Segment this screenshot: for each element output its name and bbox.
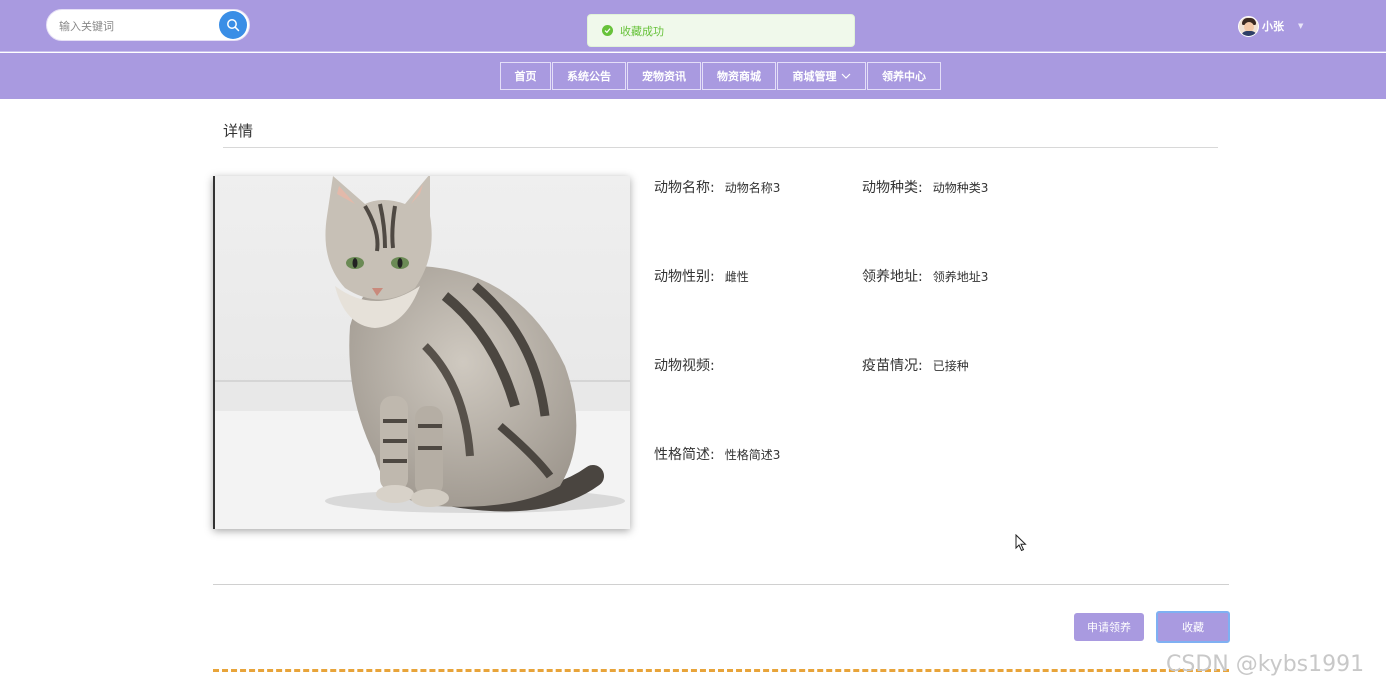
user-name: 小张 [1262,20,1284,33]
nav-item-pet-news[interactable]: 宠物资讯 [627,62,701,90]
field-label: 动物性别: [654,269,715,285]
nav-label: 领养中心 [882,70,926,83]
nav-item-supplies-mall[interactable]: 物资商城 [702,62,776,90]
field-animal-gender: 动物性别: 雌性 [654,266,749,286]
nav-label: 首页 [514,70,537,83]
nav-label: 商城管理 [792,70,837,83]
search-input[interactable] [59,16,209,36]
field-vaccine-status: 疫苗情况: 已接种 [862,355,969,375]
field-animal-species: 动物种类: 动物种类3 [862,177,988,197]
apply-adoption-button[interactable]: 申请领养 [1074,613,1144,641]
nav-label: 系统公告 [567,70,611,83]
watermark: CSDN @kybs1991 [1166,652,1365,677]
field-personality: 性格简述: 性格简述3 [654,444,780,464]
favorite-button[interactable]: 收藏 [1156,611,1230,643]
nav-item-adoption-center[interactable]: 领养中心 [867,62,941,90]
success-toast: 收藏成功 [587,14,855,47]
toast-message: 收藏成功 [620,24,664,38]
title-divider [223,147,1218,148]
dashed-divider [213,669,1229,672]
content-divider [213,584,1229,585]
field-value: 性格简述3 [724,448,781,462]
field-value: 动物种类3 [932,181,989,195]
mouse-cursor-icon [1015,534,1027,552]
field-animal-name: 动物名称: 动物名称3 [654,177,780,197]
search-icon [227,19,240,32]
nav-item-announcements[interactable]: 系统公告 [552,62,626,90]
check-circle-icon [602,25,613,36]
search-box [46,9,250,41]
field-label: 动物种类: [862,180,923,196]
nav-bar: 首页 系统公告 宠物资讯 物资商城 商城管理 领养中心 [0,53,1386,99]
field-value: 领养地址3 [932,270,989,284]
pet-image [213,176,630,529]
nav-label: 物资商城 [717,70,761,83]
field-animal-video: 动物视频: [654,355,725,375]
field-adoption-address: 领养地址: 领养地址3 [862,266,988,286]
avatar [1238,15,1259,37]
page-title: 详情 [223,122,254,140]
caret-down-icon: ▼ [1298,22,1304,30]
user-menu[interactable]: 小张 ▼ [1238,15,1303,37]
nav-item-home[interactable]: 首页 [500,62,551,90]
search-button[interactable] [219,11,247,39]
chevron-down-icon [841,73,850,79]
nav-item-mall-management[interactable]: 商城管理 [777,62,866,90]
top-bar: 收藏成功 小张 ▼ [0,0,1386,52]
field-label: 动物名称: [654,180,715,196]
field-label: 动物视频: [654,358,715,374]
field-label: 疫苗情况: [862,358,923,374]
field-label: 领养地址: [862,269,923,285]
field-label: 性格简述: [654,447,715,463]
field-value: 雌性 [724,270,749,284]
field-value: 动物名称3 [724,181,781,195]
field-value: 已接种 [932,359,969,373]
nav-label: 宠物资讯 [642,70,686,83]
